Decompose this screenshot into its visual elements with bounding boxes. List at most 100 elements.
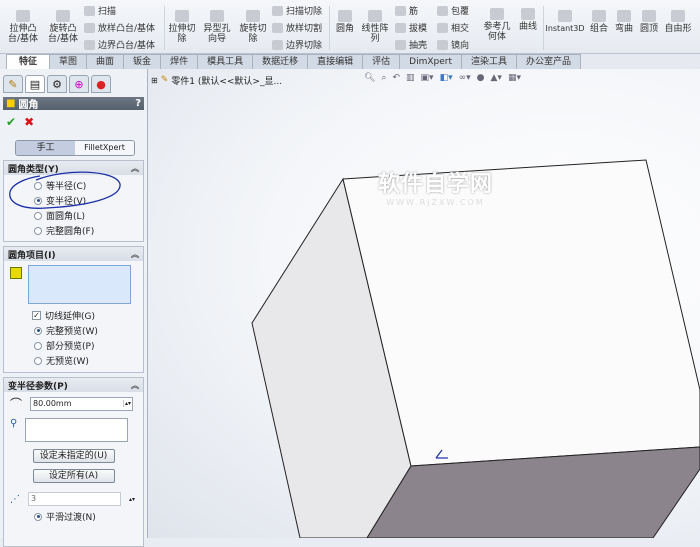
tab-sheet-metal[interactable]: 钣金 <box>123 54 162 69</box>
radius-input[interactable]: 80.00mm ▴▾ <box>30 396 134 411</box>
mirror-icon <box>437 39 448 50</box>
label: 筋 <box>409 7 419 17</box>
instances-input[interactable]: 3 <box>28 492 121 506</box>
no-preview-radio[interactable]: 无预览(W) <box>4 353 143 368</box>
manual-mode-button[interactable]: 手工 <box>16 141 75 155</box>
revolve-cut-icon <box>246 10 260 22</box>
loft-button[interactable]: 放样凸台/基体 <box>84 21 155 34</box>
label: 拉伸切 除 <box>168 24 196 44</box>
tab-mold-tools[interactable]: 模具工具 <box>197 54 254 69</box>
reference-geometry-button[interactable]: 参考几 何体 <box>482 8 512 42</box>
revolve-boss-button[interactable]: 旋转凸 台/基体 <box>46 10 80 44</box>
radio[interactable] <box>34 226 42 235</box>
tab-direct-editing[interactable]: 直接编辑 <box>307 54 364 69</box>
wrap-button[interactable]: 包覆 <box>437 4 469 17</box>
fillet-button[interactable]: 圆角 <box>332 10 358 34</box>
collapse-chevron-icon[interactable]: ︽ <box>131 249 139 260</box>
boundary-cut-button[interactable]: 边界切除 <box>272 38 322 51</box>
partial-preview-radio[interactable]: 部分预览(P) <box>4 338 143 353</box>
dimxpert-tab-icon[interactable]: ⊕ <box>69 75 89 93</box>
cube-model[interactable] <box>148 69 700 538</box>
label: 弯曲 <box>614 24 633 34</box>
intersect-button[interactable]: 相交 <box>437 21 469 34</box>
checkbox[interactable]: ✓ <box>32 311 41 320</box>
hole-wizard-button[interactable]: 异型孔 向导 <box>200 10 234 44</box>
extrude-cut-button[interactable]: 拉伸切 除 <box>166 10 198 44</box>
curves-button[interactable]: 曲线 <box>516 8 540 32</box>
smooth-transition-radio[interactable]: 平滑过渡(N) <box>4 509 143 524</box>
instant3d-icon <box>558 10 572 22</box>
graphics-area[interactable]: ⊞ ✎ 零件1 (默认<<默认>_显... 🔍︎ ⌕ ↶ ▥ ▣▾ ◧▾ ∞▾ … <box>148 69 700 538</box>
label: 完整圆角(F) <box>46 227 95 237</box>
label: 曲线 <box>518 22 537 32</box>
command-tabs: 特征 草图 曲面 钣金 焊件 模具工具 数据迁移 直接编辑 评估 DimXper… <box>0 54 700 69</box>
label: 圆角 <box>335 24 354 34</box>
tab-office-products[interactable]: 办公室产品 <box>516 54 582 69</box>
help-button[interactable]: ? <box>135 98 141 109</box>
extrude-icon <box>16 10 30 22</box>
collapse-chevron-icon[interactable]: ︽ <box>131 380 139 391</box>
combine-button[interactable]: 组合 <box>588 10 610 34</box>
extrude-boss-button[interactable]: 拉伸凸 台/基体 <box>6 10 40 44</box>
configuration-tab-icon[interactable]: ⚙ <box>47 75 67 93</box>
filletxpert-mode-button[interactable]: FilletXpert <box>75 141 134 155</box>
radio[interactable] <box>34 512 42 521</box>
revolve-cut-button[interactable]: 旋转切 除 <box>236 10 270 44</box>
vertices-list-box[interactable] <box>25 418 129 442</box>
sweep-button[interactable]: 扫描 <box>84 4 116 17</box>
set-unassigned-button[interactable]: 设定未指定的(U) <box>32 449 115 463</box>
full-round-radio[interactable]: 完整圆角(F) <box>4 223 143 238</box>
spinner[interactable]: ▴▾ <box>123 400 132 407</box>
command-manager: 拉伸凸 台/基体 旋转凸 台/基体 扫描 放样凸台/基体 边界凸台/基体 拉伸切… <box>0 0 700 54</box>
mirror-button[interactable]: 镜向 <box>437 38 469 51</box>
label: 拉伸凸 台/基体 <box>7 24 39 44</box>
label: 旋转凸 台/基体 <box>47 24 79 44</box>
boundary-cut-icon <box>272 39 283 50</box>
panel-title: 圆角 <box>18 100 39 111</box>
display-manager-tab-icon[interactable]: ● <box>91 75 111 93</box>
instances-spinner[interactable]: ▴▾ <box>129 496 135 503</box>
tab-weldments[interactable]: 焊件 <box>160 54 199 69</box>
tab-dimxpert[interactable]: DimXpert <box>399 54 462 69</box>
separator <box>329 6 330 50</box>
freeform-button[interactable]: 自由形 <box>663 10 693 34</box>
flex-button[interactable]: 弯曲 <box>613 10 635 34</box>
radio[interactable] <box>34 326 42 335</box>
instant3d-button[interactable]: Instant3D <box>545 10 585 34</box>
watermark-title: 软件自学网 <box>378 172 494 197</box>
swept-cut-button[interactable]: 扫描切除 <box>272 4 322 17</box>
radio[interactable] <box>34 341 42 350</box>
instances-icon: ⋰ <box>10 493 20 505</box>
set-all-button[interactable]: 设定所有(A) <box>32 469 115 483</box>
collapse-chevron-icon[interactable]: ︽ <box>131 163 139 174</box>
property-manager-tab-icon[interactable]: ▤ <box>25 75 45 93</box>
separator <box>164 6 165 50</box>
tab-data-migration[interactable]: 数据迁移 <box>252 54 309 69</box>
tab-surfaces[interactable]: 曲面 <box>86 54 125 69</box>
dome-button[interactable]: 圆顶 <box>638 10 660 34</box>
sweep-icon <box>84 5 95 16</box>
label: 无预览(W) <box>46 357 89 367</box>
draft-button[interactable]: 拔模 <box>395 21 427 34</box>
tangent-propagation-checkbox[interactable]: ✓ 切线延伸(G) <box>4 308 143 323</box>
variable-radius-parameters-group: 变半径参数(P) ︽ ⌒ 80.00mm ▴▾ ⚲ 设定未指定的(U) 设定所有(A… <box>3 377 144 547</box>
edges-selection-box[interactable] <box>28 265 131 304</box>
tab-render-tools[interactable]: 渲染工具 <box>460 54 517 69</box>
boundary-boss-button[interactable]: 边界凸台/基体 <box>84 38 155 51</box>
cancel-x-icon[interactable]: ✖ <box>24 115 34 129</box>
cut-icon <box>175 10 189 22</box>
ok-check-icon[interactable]: ✔ <box>6 115 16 129</box>
tab-sketch[interactable]: 草图 <box>49 54 88 69</box>
tab-features[interactable]: 特征 <box>6 54 51 69</box>
rib-button[interactable]: 筋 <box>395 4 418 17</box>
label: 自由形 <box>664 24 692 34</box>
lofted-cut-button[interactable]: 放样切割 <box>272 21 322 34</box>
shell-button[interactable]: 抽壳 <box>395 38 427 51</box>
shell-icon <box>395 39 406 50</box>
linear-pattern-button[interactable]: 线性阵 列 <box>360 10 390 44</box>
feature-tree-tab-icon[interactable]: ✎ <box>3 75 23 93</box>
full-preview-radio[interactable]: 完整预览(W) <box>4 323 143 338</box>
radio[interactable] <box>34 356 42 365</box>
tab-evaluate[interactable]: 评估 <box>362 54 401 69</box>
loft-icon <box>84 22 95 33</box>
